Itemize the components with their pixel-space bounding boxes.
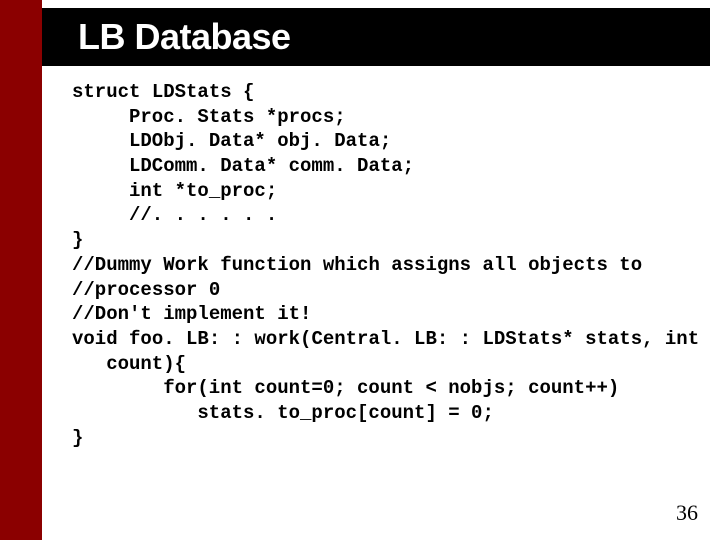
page-number: 36 bbox=[676, 500, 698, 526]
title-bar: LB Database bbox=[42, 8, 710, 66]
code-line: stats. to_proc[count] = 0; bbox=[72, 401, 696, 426]
code-line: //processor 0 bbox=[72, 278, 696, 303]
code-line: int *to_proc; bbox=[72, 179, 696, 204]
slide-title: LB Database bbox=[78, 16, 291, 58]
code-line: LDComm. Data* comm. Data; bbox=[72, 154, 696, 179]
code-line: //Don't implement it! bbox=[72, 302, 696, 327]
code-block: struct LDStats {Proc. Stats *procs;LDObj… bbox=[72, 80, 696, 450]
code-line: //. . . . . . bbox=[72, 203, 696, 228]
slide: LB Database struct LDStats {Proc. Stats … bbox=[0, 0, 720, 540]
code-line: Proc. Stats *procs; bbox=[72, 105, 696, 130]
sidebar-decoration bbox=[0, 0, 42, 540]
code-line: struct LDStats { bbox=[72, 80, 696, 105]
code-line: } bbox=[72, 426, 696, 451]
code-line: //Dummy Work function which assigns all … bbox=[72, 253, 696, 278]
code-line: void foo. LB: : work(Central. LB: : LDSt… bbox=[72, 327, 696, 352]
code-line: count){ bbox=[72, 352, 696, 377]
code-line: } bbox=[72, 228, 696, 253]
code-line: LDObj. Data* obj. Data; bbox=[72, 129, 696, 154]
code-line: for(int count=0; count < nobjs; count++) bbox=[72, 376, 696, 401]
